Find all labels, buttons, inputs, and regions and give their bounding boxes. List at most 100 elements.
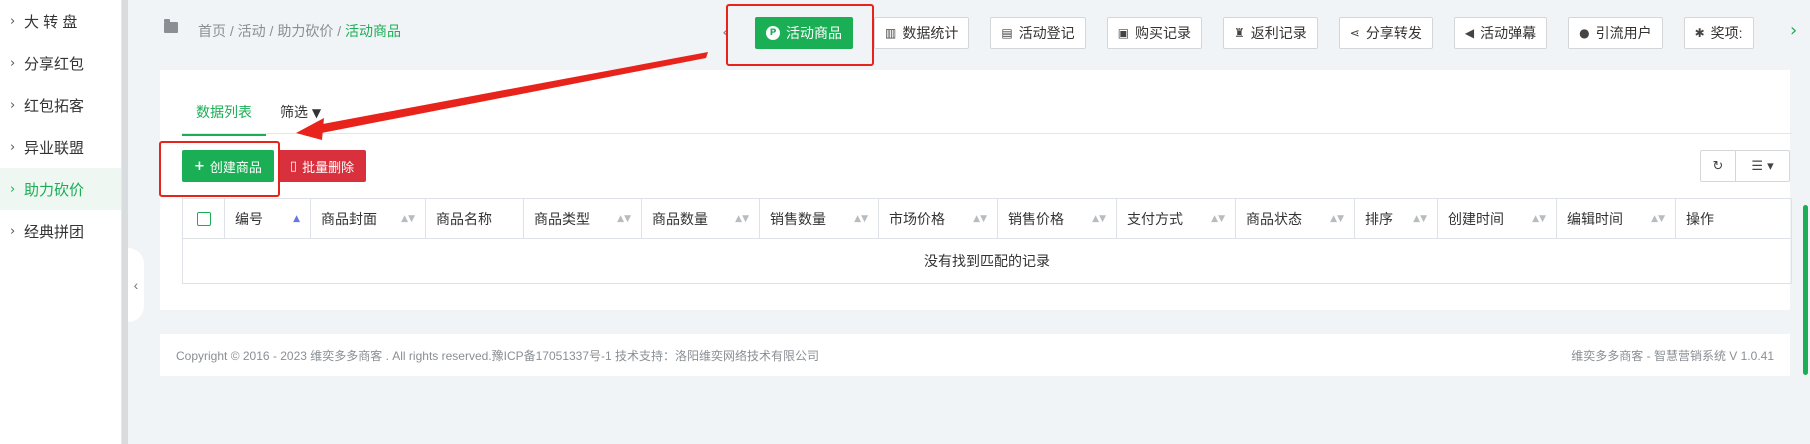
sidebar-item-group-buy[interactable]: › 经典拼团 (0, 210, 121, 252)
chevron-right-icon: › (10, 97, 16, 113)
breadcrumb-current: 活动商品 (345, 23, 402, 39)
sidebar-item-label: 大 转 盘 (24, 13, 78, 31)
sort-icon: ▲▼ (854, 213, 868, 224)
tab-label: 购买记录 (1135, 25, 1192, 41)
table-tools: ↻ ☰ ▾ (1700, 150, 1790, 182)
chevron-right-icon: › (10, 181, 16, 197)
sidebar-item-redpacket-acquire[interactable]: › 红包拓客 (0, 84, 121, 126)
tab-label: 分享转发 (1365, 25, 1422, 41)
footer-copyright: Copyright © 2016 - 2023 维奕多多商客 . All rig… (176, 348, 820, 363)
column-header[interactable]: 创建时间 ▲▼ (1438, 199, 1557, 239)
tab-rebate-records[interactable]: ♜ 返利记录 (1223, 17, 1318, 49)
sort-icon: ▲▼ (1651, 213, 1665, 224)
column-header[interactable]: 销售价格 ▲▼ (998, 199, 1117, 239)
column-header[interactable]: 销售数量 ▲▼ (760, 199, 879, 239)
users-icon: ● (1579, 26, 1590, 40)
sidebar: › 大 转 盘 › 分享红包 › 红包拓客 › 异业联盟 › 助力砍价 › 经典拼团 (0, 0, 122, 444)
main-panel: 数据列表 筛选 ▼ + 创建商品 ▯ 批量删除 ↻ ☰ ▾ 编号 ▲ 商品封面 ▲▼ 商… (160, 70, 1792, 310)
annotation-box-activity-goods (726, 4, 874, 66)
sort-icon: ▲▼ (973, 213, 987, 224)
tab-activity-danmaku[interactable]: ◀ 活动弹幕 (1453, 17, 1548, 49)
sort-icon: ▲▼ (401, 213, 415, 224)
refresh-button[interactable]: ↻ (1700, 150, 1736, 182)
sort-icon: ▲▼ (1211, 213, 1225, 224)
tab-label: 奖项: (1710, 25, 1743, 41)
sidebar-item-alliance[interactable]: › 异业联盟 (0, 126, 121, 168)
tab-purchase-records[interactable]: ▣ 购买记录 (1106, 17, 1203, 49)
tab-data-list[interactable]: 数据列表 (182, 102, 266, 136)
sort-icon: ▲▼ (735, 213, 749, 224)
sidebar-collapse-button[interactable]: ‹ (128, 248, 144, 322)
tab-label: 返利记录 (1250, 25, 1307, 41)
footer: Copyright © 2016 - 2023 维奕多多商客 . All rig… (160, 334, 1790, 376)
column-header[interactable]: 支付方式 ▲▼ (1117, 199, 1236, 239)
column-header[interactable]: 编号 ▲ (225, 199, 311, 239)
tab-label: 引流用户 (1595, 25, 1652, 41)
chevron-right-icon: › (10, 223, 16, 239)
tab-share-forward[interactable]: ⋖ 分享转发 (1338, 17, 1433, 49)
tab-filter[interactable]: 筛选 ▼ (266, 102, 335, 136)
tab-label: 数据列表 (196, 104, 252, 120)
breadcrumb: 首页 / 活动 / 助力砍价 / 活动商品 (198, 21, 401, 41)
tabs-scroll-right-icon[interactable]: › (1790, 20, 1797, 41)
column-header[interactable]: 商品封面 ▲▼ (311, 199, 426, 239)
sidebar-item-label: 红包拓客 (24, 97, 85, 115)
subtabs-divider (182, 133, 1792, 134)
tab-prizes[interactable]: ✱ 奖项: (1683, 17, 1754, 49)
table-header: 编号 ▲ 商品封面 ▲▼ 商品名称 商品类型 ▲▼ 商品数量 ▲▼ 销售数量 ▲▼ 市场价… (183, 199, 1791, 239)
sidebar-item-big-wheel[interactable]: › 大 转 盘 (0, 0, 121, 42)
columns-toggle-button[interactable]: ☰ ▾ (1736, 150, 1790, 182)
sidebar-item-bargain[interactable]: › 助力砍价 (0, 168, 121, 210)
button-label: 批量删除 (302, 159, 355, 175)
tab-activity-register[interactable]: ▤ 活动登记 (990, 17, 1086, 49)
select-all-cell (183, 199, 225, 239)
subtabs: 数据列表 筛选 ▼ (182, 102, 335, 136)
sidebar-item-label: 经典拼团 (24, 223, 85, 241)
sort-icon: ▲▼ (617, 213, 631, 224)
column-header[interactable]: 市场价格 ▲▼ (879, 199, 998, 239)
scrollbar[interactable] (1803, 205, 1808, 375)
chevron-right-icon: › (10, 139, 16, 155)
empty-state: 没有找到匹配的记录 (924, 253, 1050, 269)
tab-label: 数据统计 (902, 25, 959, 41)
sort-icon: ▲▼ (1413, 213, 1427, 224)
tab-traffic-users[interactable]: ● 引流用户 (1568, 17, 1663, 49)
list-icon: ☰ ▾ (1751, 158, 1774, 174)
breadcrumb-path: 首页 / 活动 / 助力砍价 / (198, 23, 346, 39)
refresh-icon: ↻ (1712, 158, 1724, 174)
bug-icon: ✱ (1694, 26, 1705, 40)
top-tabs: P 活动商品 ▥ 数据统计 ▤ 活动登记 ▣ 购买记录 ♜ 返利记录 ⋖ 分享转发 ◀ 活动弹… (755, 17, 1775, 49)
share-icon: ⋖ (1349, 26, 1360, 40)
sidebar-item-label: 助力砍价 (24, 181, 85, 199)
trophy-icon: ♜ (1234, 26, 1245, 40)
folder-icon (164, 19, 178, 33)
column-header[interactable]: 编辑时间 ▲▼ (1557, 199, 1676, 239)
annotation-box-create-goods (159, 141, 280, 197)
column-header[interactable]: 排序 ▲▼ (1355, 199, 1438, 239)
document-icon: ▤ (1001, 26, 1013, 40)
sidebar-item-label: 异业联盟 (24, 139, 85, 157)
trash-icon: ▯ (289, 158, 298, 174)
chevron-left-icon: ‹ (133, 277, 139, 293)
tab-label: 活动登记 (1018, 25, 1075, 41)
sidebar-divider (122, 0, 128, 444)
column-header[interactable]: 商品数量 ▲▼ (642, 199, 760, 239)
sort-icon: ▲▼ (1092, 213, 1106, 224)
select-all-checkbox[interactable] (196, 212, 211, 226)
megaphone-icon: ◀ (1464, 26, 1475, 40)
footer-version: 维奕多多商客 - 智慧营销系统 V 1.0.41 (1571, 348, 1774, 363)
tab-data-stats[interactable]: ▥ 数据统计 (874, 17, 970, 49)
column-header[interactable]: 商品状态 ▲▼ (1236, 199, 1355, 239)
sort-icon: ▲▼ (1532, 213, 1546, 224)
chevron-right-icon: › (10, 13, 16, 29)
topbar: 首页 / 活动 / 助力砍价 / 活动商品 ‹ P 活动商品 ▥ 数据统计 ▤ 活动登… (128, 0, 1810, 62)
column-header[interactable]: 商品名称 (426, 199, 524, 239)
tab-label: 筛选 (280, 104, 308, 120)
sort-asc-icon: ▲ (293, 213, 300, 224)
batch-delete-button[interactable]: ▯ 批量删除 (277, 150, 367, 182)
column-header[interactable]: 商品类型 ▲▼ (524, 199, 642, 239)
sidebar-item-share-redpacket[interactable]: › 分享红包 (0, 42, 121, 84)
filter-icon: ▼ (311, 106, 322, 120)
tab-label: 活动弹幕 (1480, 25, 1537, 41)
cart-icon: ▣ (1117, 26, 1130, 40)
